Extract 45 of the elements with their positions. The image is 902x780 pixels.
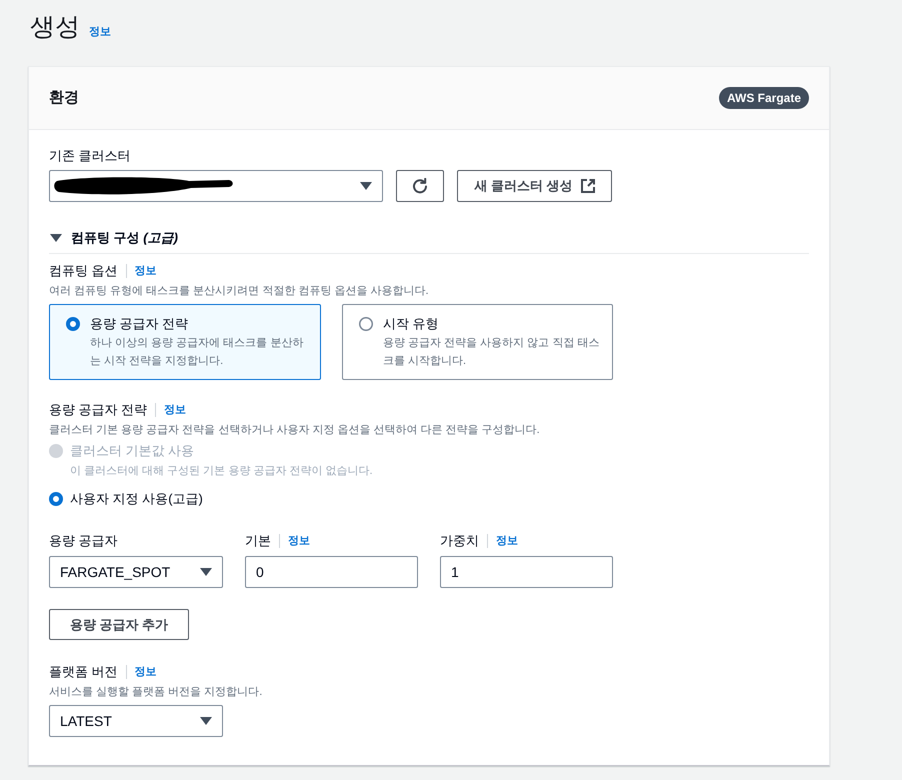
radio-label: 사용자 지정 사용(고급) <box>70 490 203 508</box>
field-label: 용량 공급자 <box>49 532 118 550</box>
caret-icon <box>200 717 212 725</box>
field-label: 기존 클러스터 <box>49 147 131 165</box>
field-label: 가중치 <box>440 532 479 550</box>
caret-icon <box>360 182 372 190</box>
field-label: 컴퓨팅 옵션 <box>49 262 118 280</box>
field-label: 용량 공급자 전략 <box>49 401 148 419</box>
field-description: 서비스를 실행할 플랫폼 버전을 지정합니다. <box>49 686 262 698</box>
environment-badge: AWS Fargate <box>718 87 809 109</box>
info-link[interactable]: 정보 <box>89 22 111 42</box>
radio-label: 클러스터 기본값 사용 <box>70 442 194 460</box>
page-title: 생성 <box>30 12 80 43</box>
field-label: 기본 <box>245 532 271 550</box>
radio-icon[interactable] <box>359 317 373 331</box>
add-provider-button[interactable]: 용량 공급자 추가 <box>49 609 190 640</box>
base-input[interactable]: 0 <box>245 556 418 588</box>
radio-tile[interactable]: 용량 공급자 전략 하나 이상의 용량 공급자에 태스크를 분산하는 시작 전략을 지정합니다. <box>49 304 321 380</box>
tile-description: 용량 공급자 전략을 사용하지 않고 직접 태스크를 시작합니다. <box>383 336 600 369</box>
refresh-icon <box>412 178 428 194</box>
info-link[interactable]: 정보 <box>496 531 518 551</box>
tile-title: 용량 공급자 전략 <box>90 315 190 333</box>
weight-input[interactable]: 1 <box>440 556 613 588</box>
new-cluster-button[interactable]: 새 클러스터 생성 <box>457 170 612 202</box>
field-description: 클러스터 기본 용량 공급자 전략을 선택하거나 사용자 지정 옵션을 선택하여 다른 전략을 구성합니다. <box>49 424 540 436</box>
info-link[interactable]: 정보 <box>288 531 310 551</box>
tile-title: 시작 유형 <box>383 315 440 333</box>
radio-icon[interactable] <box>66 317 80 331</box>
panel-title: 환경 <box>49 88 79 108</box>
radio-description: 이 클러스터에 대해 구성된 기본 용량 공급자 전략이 없습니다. <box>70 465 373 477</box>
cluster-select[interactable] <box>49 170 383 202</box>
section-toggle[interactable]: 컴퓨팅 구성 (고급) <box>49 227 178 249</box>
field-description: 여러 컴퓨팅 유형에 태스크를 분산시키려면 적절한 컴퓨팅 옵션을 사용합니다. <box>49 285 429 297</box>
caret-icon <box>200 568 212 576</box>
external-link-icon <box>580 179 595 193</box>
provider-select[interactable]: FARGATE_SPOT <box>49 556 223 588</box>
tile-description: 하나 이상의 용량 공급자에 태스크를 분산하는 시작 전략을 지정합니다. <box>90 336 304 369</box>
field-label: 플랫폼 버전 <box>49 663 118 681</box>
info-link[interactable]: 정보 <box>134 261 157 281</box>
info-link[interactable]: 정보 <box>134 662 157 682</box>
refresh-button[interactable] <box>396 170 444 202</box>
platform-version-select[interactable]: LATEST <box>49 705 223 737</box>
radio-tile[interactable]: 시작 유형 용량 공급자 전략을 사용하지 않고 직접 태스크를 시작합니다. <box>342 304 613 380</box>
radio-icon[interactable] <box>49 492 63 506</box>
info-link[interactable]: 정보 <box>164 400 186 420</box>
